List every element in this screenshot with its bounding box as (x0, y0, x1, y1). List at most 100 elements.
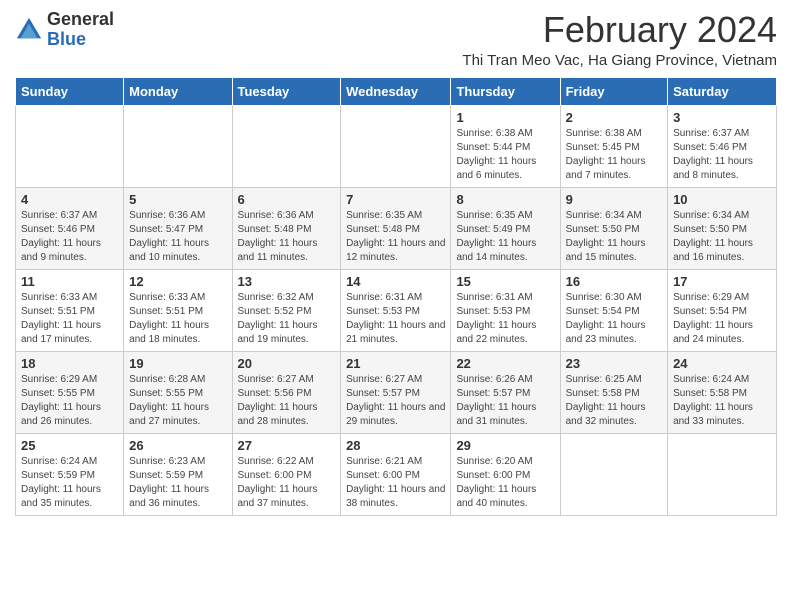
day-info: Sunrise: 6:37 AM Sunset: 5:46 PM Dayligh… (673, 127, 771, 183)
calendar-cell: 3 Sunrise: 6:37 AM Sunset: 5:46 PM Daylig… (668, 105, 777, 187)
day-info: Sunrise: 6:29 AM Sunset: 5:55 PM Dayligh… (21, 373, 118, 429)
day-info: Sunrise: 6:23 AM Sunset: 5:59 PM Dayligh… (129, 455, 226, 511)
calendar-cell: 15 Sunrise: 6:31 AM Sunset: 5:53 PM Dayli… (451, 269, 560, 351)
day-number: 18 (21, 356, 118, 371)
day-number: 11 (21, 274, 118, 289)
day-number: 24 (673, 356, 771, 371)
header: General Blue February 2024 Thi Tran Meo … (15, 10, 777, 69)
day-number: 15 (456, 274, 554, 289)
calendar-cell: 24 Sunrise: 6:24 AM Sunset: 5:58 PM Dayli… (668, 351, 777, 433)
day-number: 4 (21, 192, 118, 207)
column-header-friday: Friday (560, 77, 667, 105)
column-header-wednesday: Wednesday (341, 77, 451, 105)
calendar-cell (668, 433, 777, 515)
calendar-cell: 28 Sunrise: 6:21 AM Sunset: 6:00 PM Dayli… (341, 433, 451, 515)
logo-icon (15, 16, 43, 44)
column-header-saturday: Saturday (668, 77, 777, 105)
day-info: Sunrise: 6:35 AM Sunset: 5:48 PM Dayligh… (346, 209, 445, 265)
calendar-cell: 5 Sunrise: 6:36 AM Sunset: 5:47 PM Daylig… (124, 187, 232, 269)
header-row: SundayMondayTuesdayWednesdayThursdayFrid… (16, 77, 777, 105)
calendar-cell: 20Sunrise: 6:27 AM Sunset: 5:56 PM Dayli… (232, 351, 341, 433)
column-header-thursday: Thursday (451, 77, 560, 105)
column-header-monday: Monday (124, 77, 232, 105)
day-info: Sunrise: 6:30 AM Sunset: 5:54 PM Dayligh… (566, 291, 662, 347)
calendar-cell (16, 105, 124, 187)
calendar-cell: 6 Sunrise: 6:36 AM Sunset: 5:48 PM Daylig… (232, 187, 341, 269)
subtitle: Thi Tran Meo Vac, Ha Giang Province, Vie… (462, 52, 777, 69)
day-number: 3 (673, 110, 771, 125)
day-number: 25 (21, 438, 118, 453)
calendar-cell: 11 Sunrise: 6:33 AM Sunset: 5:51 PM Dayli… (16, 269, 124, 351)
calendar-body: 1Sunrise: 6:38 AM Sunset: 5:44 PM Daylig… (16, 105, 777, 515)
calendar-cell: 22 Sunrise: 6:26 AM Sunset: 5:57 PM Dayli… (451, 351, 560, 433)
day-number: 10 (673, 192, 771, 207)
logo: General Blue (15, 10, 114, 50)
calendar: SundayMondayTuesdayWednesdayThursdayFrid… (15, 77, 777, 516)
day-number: 17 (673, 274, 771, 289)
calendar-cell (232, 105, 341, 187)
day-info: Sunrise: 6:27 AM Sunset: 5:56 PM Dayligh… (238, 373, 336, 429)
week-row-2: 4 Sunrise: 6:37 AM Sunset: 5:46 PM Daylig… (16, 187, 777, 269)
calendar-cell: 1Sunrise: 6:38 AM Sunset: 5:44 PM Daylig… (451, 105, 560, 187)
day-number: 8 (456, 192, 554, 207)
main-title: February 2024 (462, 10, 777, 50)
logo-blue: Blue (47, 30, 114, 50)
week-row-4: 18 Sunrise: 6:29 AM Sunset: 5:55 PM Dayli… (16, 351, 777, 433)
calendar-cell: 17 Sunrise: 6:29 AM Sunset: 5:54 PM Dayli… (668, 269, 777, 351)
calendar-cell (341, 105, 451, 187)
calendar-cell: 8 Sunrise: 6:35 AM Sunset: 5:49 PM Daylig… (451, 187, 560, 269)
day-info: Sunrise: 6:37 AM Sunset: 5:46 PM Dayligh… (21, 209, 118, 265)
day-info: Sunrise: 6:36 AM Sunset: 5:47 PM Dayligh… (129, 209, 226, 265)
calendar-cell: 19Sunrise: 6:28 AM Sunset: 5:55 PM Dayli… (124, 351, 232, 433)
day-info: Sunrise: 6:36 AM Sunset: 5:48 PM Dayligh… (238, 209, 336, 265)
day-info: Sunrise: 6:21 AM Sunset: 6:00 PM Dayligh… (346, 455, 445, 511)
calendar-cell: 10 Sunrise: 6:34 AM Sunset: 5:50 PM Dayli… (668, 187, 777, 269)
day-info: Sunrise: 6:29 AM Sunset: 5:54 PM Dayligh… (673, 291, 771, 347)
day-info: Sunrise: 6:28 AM Sunset: 5:55 PM Dayligh… (129, 373, 226, 429)
calendar-cell (124, 105, 232, 187)
week-row-5: 25Sunrise: 6:24 AM Sunset: 5:59 PM Dayli… (16, 433, 777, 515)
week-row-3: 11 Sunrise: 6:33 AM Sunset: 5:51 PM Dayli… (16, 269, 777, 351)
logo-general: General (47, 10, 114, 30)
day-info: Sunrise: 6:24 AM Sunset: 5:58 PM Dayligh… (673, 373, 771, 429)
day-info: Sunrise: 6:35 AM Sunset: 5:49 PM Dayligh… (456, 209, 554, 265)
day-info: Sunrise: 6:33 AM Sunset: 5:51 PM Dayligh… (21, 291, 118, 347)
day-info: Sunrise: 6:26 AM Sunset: 5:57 PM Dayligh… (456, 373, 554, 429)
day-number: 21 (346, 356, 445, 371)
day-number: 13 (238, 274, 336, 289)
day-number: 6 (238, 192, 336, 207)
day-number: 28 (346, 438, 445, 453)
day-info: Sunrise: 6:20 AM Sunset: 6:00 PM Dayligh… (456, 455, 554, 511)
day-info: Sunrise: 6:34 AM Sunset: 5:50 PM Dayligh… (673, 209, 771, 265)
week-row-1: 1Sunrise: 6:38 AM Sunset: 5:44 PM Daylig… (16, 105, 777, 187)
calendar-cell: 7 Sunrise: 6:35 AM Sunset: 5:48 PM Daylig… (341, 187, 451, 269)
column-header-sunday: Sunday (16, 77, 124, 105)
day-number: 29 (456, 438, 554, 453)
day-number: 1 (456, 110, 554, 125)
day-number: 27 (238, 438, 336, 453)
calendar-cell: 18 Sunrise: 6:29 AM Sunset: 5:55 PM Dayli… (16, 351, 124, 433)
calendar-cell (560, 433, 667, 515)
calendar-cell: 2Sunrise: 6:38 AM Sunset: 5:45 PM Daylig… (560, 105, 667, 187)
day-info: Sunrise: 6:31 AM Sunset: 5:53 PM Dayligh… (346, 291, 445, 347)
calendar-cell: 12Sunrise: 6:33 AM Sunset: 5:51 PM Dayli… (124, 269, 232, 351)
calendar-cell: 14 Sunrise: 6:31 AM Sunset: 5:53 PM Dayli… (341, 269, 451, 351)
calendar-cell: 26 Sunrise: 6:23 AM Sunset: 5:59 PM Dayli… (124, 433, 232, 515)
day-info: Sunrise: 6:34 AM Sunset: 5:50 PM Dayligh… (566, 209, 662, 265)
day-number: 9 (566, 192, 662, 207)
day-info: Sunrise: 6:31 AM Sunset: 5:53 PM Dayligh… (456, 291, 554, 347)
day-number: 14 (346, 274, 445, 289)
calendar-cell: 9 Sunrise: 6:34 AM Sunset: 5:50 PM Daylig… (560, 187, 667, 269)
day-info: Sunrise: 6:32 AM Sunset: 5:52 PM Dayligh… (238, 291, 336, 347)
day-number: 5 (129, 192, 226, 207)
day-number: 22 (456, 356, 554, 371)
day-info: Sunrise: 6:22 AM Sunset: 6:00 PM Dayligh… (238, 455, 336, 511)
day-number: 2 (566, 110, 662, 125)
day-number: 26 (129, 438, 226, 453)
calendar-cell: 4 Sunrise: 6:37 AM Sunset: 5:46 PM Daylig… (16, 187, 124, 269)
column-header-tuesday: Tuesday (232, 77, 341, 105)
calendar-cell: 23Sunrise: 6:25 AM Sunset: 5:58 PM Dayli… (560, 351, 667, 433)
day-number: 7 (346, 192, 445, 207)
day-info: Sunrise: 6:27 AM Sunset: 5:57 PM Dayligh… (346, 373, 445, 429)
calendar-cell: 16Sunrise: 6:30 AM Sunset: 5:54 PM Dayli… (560, 269, 667, 351)
